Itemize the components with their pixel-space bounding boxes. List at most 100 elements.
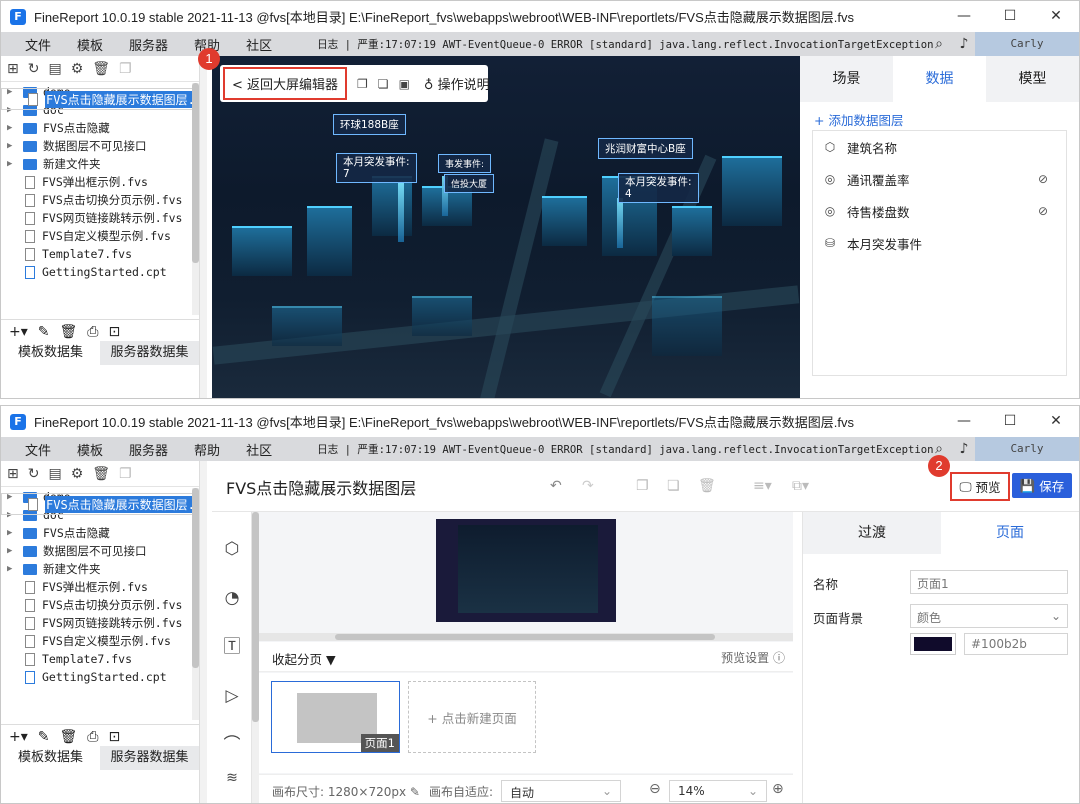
preview-dataset-icon[interactable]: ⎙	[87, 729, 98, 745]
3d-model-icon[interactable]: ⬡	[221, 538, 243, 560]
tab-data[interactable]: 数据	[893, 56, 986, 102]
sidebar-scrollbar[interactable]	[252, 512, 259, 803]
panel-splitter[interactable]	[199, 56, 207, 398]
menu-file[interactable]: 文件	[1, 35, 51, 54]
menu-server[interactable]: 服务器	[103, 35, 168, 54]
add-dataset-icon[interactable]: +▾	[9, 324, 28, 340]
refresh-icon[interactable]: ↻	[28, 466, 40, 482]
tree-folder[interactable]: ▶ 数据图层不可见接口	[1, 542, 199, 560]
tree-file[interactable]: FVS弹出框示例.fvs	[1, 173, 199, 191]
copy-icon[interactable]: ❐	[119, 61, 132, 77]
background-type-select[interactable]: 颜色 ⌄	[910, 604, 1068, 628]
menu-template[interactable]: 模板	[51, 35, 103, 54]
tree-file[interactable]: FVS网页链接跳转示例.fvs	[1, 614, 199, 632]
menu-community[interactable]: 社区	[220, 440, 272, 459]
tree-file[interactable]: GettingStarted.cpt	[1, 668, 199, 686]
back-to-editor-button[interactable]: < 返回大屏编辑器	[223, 67, 348, 100]
tree-file[interactable]: FVS自定义模型示例.fvs	[1, 227, 199, 245]
menu-community[interactable]: 社区	[220, 35, 272, 54]
copy-icon[interactable]: ▣	[399, 77, 410, 91]
align-icon[interactable]: ≡▾	[753, 478, 772, 494]
add-dataset-icon[interactable]: +▾	[9, 729, 28, 745]
3d-scene-canvas[interactable]: 环球188B座 本月突发事件: 7 兆润财富中心B座 本月突发事件: 4 事发事件:…	[212, 56, 800, 398]
menu-server[interactable]: 服务器	[103, 440, 168, 459]
delete-dataset-icon[interactable]: 🗑	[60, 729, 78, 745]
canvas-preview[interactable]	[436, 519, 616, 622]
open-icon[interactable]: ▤	[48, 61, 61, 77]
tree-file-selected[interactable]: FVS点击隐藏展示数据图层.f	[1, 88, 199, 110]
tab-model[interactable]: 模型	[986, 56, 1079, 102]
tree-file[interactable]: FVS网页链接跳转示例.fvs	[1, 209, 199, 227]
tree-file[interactable]: Template7.fvs	[1, 650, 199, 668]
layer-item[interactable]: ⬡ 建筑名称	[813, 131, 1066, 163]
new-template-icon[interactable]: ⊞	[7, 466, 19, 482]
eye-off-icon[interactable]: ⊘	[1038, 204, 1048, 218]
delete-icon[interactable]: 🗑	[698, 478, 716, 494]
copy-icon[interactable]: ❐	[636, 478, 649, 494]
tab-template-dataset[interactable]: 模板数据集	[1, 341, 100, 365]
new-template-icon[interactable]: ⊞	[7, 61, 19, 77]
canvas-hscrollbar[interactable]	[259, 633, 793, 641]
page-thumbnail[interactable]: 页面1	[271, 681, 400, 753]
user-account[interactable]: Carly	[975, 437, 1079, 461]
preview-dataset-icon[interactable]: ⎙	[87, 324, 98, 340]
text-icon[interactable]: 🅃	[221, 636, 243, 658]
tree-folder[interactable]: ▶ 新建文件夹	[1, 155, 199, 173]
zoom-in-icon[interactable]: ⊕	[772, 781, 784, 797]
minimize-button[interactable]: —	[941, 1, 987, 32]
media-icon[interactable]: ▷	[221, 685, 243, 707]
new-page-button[interactable]: + 点击新建页面	[408, 681, 536, 753]
preview-button[interactable]: 🖵 预览	[950, 472, 1010, 501]
log-status[interactable]: 日志 | 严重:17:07:19 AWT-EventQueue-0 ERROR …	[317, 442, 933, 457]
panel-splitter[interactable]	[199, 461, 207, 803]
tree-file[interactable]: FVS自定义模型示例.fvs	[1, 632, 199, 650]
bell-icon[interactable]: ♪	[956, 441, 972, 457]
collapse-pages-button[interactable]: 收起分页 ▼	[272, 649, 336, 668]
maximize-button[interactable]: ☐	[987, 1, 1033, 32]
tree-folder[interactable]: ▶ FVS点击隐藏	[1, 119, 199, 137]
menu-template[interactable]: 模板	[51, 440, 103, 459]
delete-icon[interactable]: 🗑	[92, 466, 110, 482]
adapt-select[interactable]: 自动 ⌄	[501, 780, 621, 802]
tree-file[interactable]: FVS点击切换分页示例.fvs	[1, 191, 199, 209]
layer-item[interactable]: ⛁ 本月突发事件	[813, 227, 1066, 259]
tree-file-selected[interactable]: FVS点击隐藏展示数据图层.f	[1, 493, 199, 515]
tree-scrollbar[interactable]	[192, 488, 199, 720]
color-hex-input[interactable]: #100b2b	[964, 633, 1068, 655]
layers-icon[interactable]: ❏	[378, 77, 389, 91]
zoom-select[interactable]: 14% ⌄	[669, 780, 767, 802]
tree-file[interactable]: FVS点击切换分页示例.fvs	[1, 596, 199, 614]
copy-icon[interactable]: ❐	[119, 466, 132, 482]
refresh-icon[interactable]: ↻	[28, 61, 40, 77]
param-icon[interactable]: ⊡	[108, 324, 120, 340]
tree-file[interactable]: GettingStarted.cpt	[1, 263, 199, 281]
close-button[interactable]: ✕	[1033, 1, 1079, 32]
add-data-layer-button[interactable]: + 添加数据图层	[812, 104, 903, 130]
tree-file[interactable]: Template7.fvs	[1, 245, 199, 263]
settings-icon[interactable]: ⚙	[71, 61, 84, 77]
redo-icon[interactable]: ↷	[582, 478, 594, 494]
tab-server-dataset[interactable]: 服务器数据集	[100, 746, 199, 770]
page-name-input[interactable]: 页面1	[910, 570, 1068, 594]
bell-icon[interactable]: ♪	[956, 36, 972, 52]
tab-page[interactable]: 页面	[941, 512, 1079, 554]
tree-folder[interactable]: ▶ 数据图层不可见接口	[1, 137, 199, 155]
tree-folder[interactable]: ▶ 新建文件夹	[1, 560, 199, 578]
menu-help[interactable]: 帮助	[168, 440, 220, 459]
search-icon[interactable]: ⌕	[931, 36, 947, 52]
tab-server-dataset[interactable]: 服务器数据集	[100, 341, 199, 365]
paste-icon[interactable]: ❏	[667, 478, 680, 494]
layer-icon[interactable]: ❐	[357, 77, 368, 91]
param-icon[interactable]: ⊡	[108, 729, 120, 745]
log-status[interactable]: 日志 | 严重:17:07:19 AWT-EventQueue-0 ERROR …	[317, 37, 933, 52]
maximize-button[interactable]: ☐	[987, 406, 1033, 437]
tab-transition[interactable]: 过渡	[803, 512, 941, 554]
zoom-out-icon[interactable]: ⊖	[649, 781, 661, 797]
undo-icon[interactable]: ↶	[550, 478, 562, 494]
open-icon[interactable]: ▤	[48, 466, 61, 482]
preview-settings-link[interactable]: 预览设置 ⓘ	[721, 649, 785, 666]
edit-icon[interactable]: ✎	[38, 729, 50, 745]
close-button[interactable]: ✕	[1033, 406, 1079, 437]
user-account[interactable]: Carly	[975, 32, 1079, 56]
eye-off-icon[interactable]: ⊘	[1038, 172, 1048, 186]
